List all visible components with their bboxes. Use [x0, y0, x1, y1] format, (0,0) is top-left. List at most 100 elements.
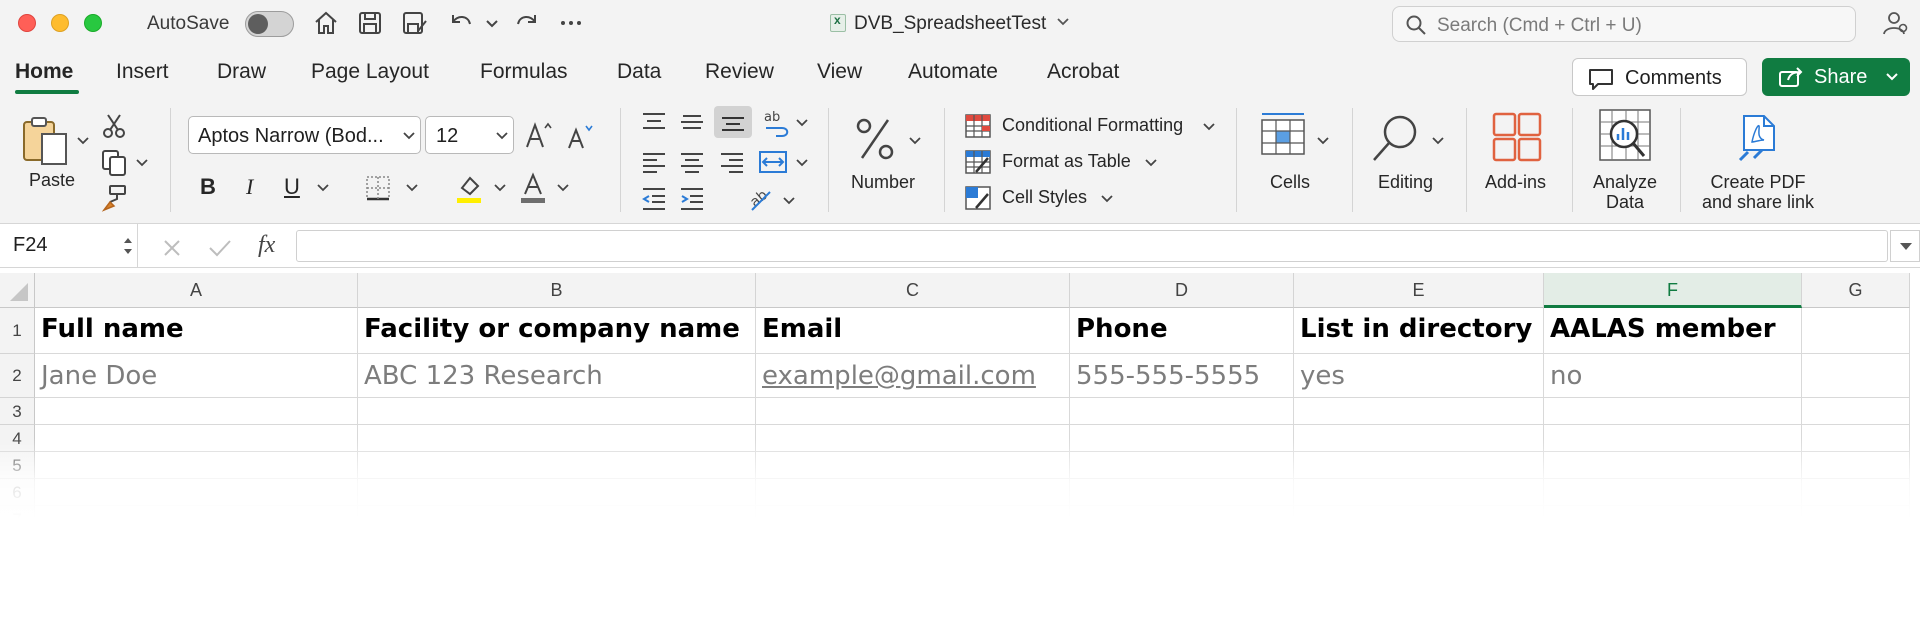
account-settings-icon[interactable]: [1880, 9, 1910, 37]
underline-button[interactable]: U: [284, 174, 300, 200]
cell-d3[interactable]: [1070, 398, 1294, 425]
tab-automate[interactable]: Automate: [908, 60, 998, 84]
align-center-icon[interactable]: [678, 150, 706, 174]
expand-formula-bar-button[interactable]: [1890, 230, 1920, 262]
tab-review[interactable]: Review: [705, 60, 774, 84]
home-icon[interactable]: [311, 9, 341, 37]
column-header-e[interactable]: E: [1294, 273, 1544, 308]
analyze-data-icon[interactable]: [1598, 108, 1652, 164]
italic-button[interactable]: I: [246, 174, 253, 200]
select-all-corner[interactable]: [0, 273, 35, 308]
decrease-indent-icon[interactable]: [640, 186, 668, 212]
column-header-c[interactable]: C: [756, 273, 1070, 308]
cell-b2[interactable]: ABC 123 Research: [358, 354, 756, 398]
tab-home[interactable]: Home: [15, 60, 73, 84]
borders-dropdown-icon[interactable]: [405, 183, 419, 193]
underline-dropdown-icon[interactable]: [316, 183, 330, 193]
cell-e1[interactable]: List in directory: [1294, 308, 1544, 354]
cell-f1[interactable]: AALAS member: [1544, 308, 1802, 354]
fill-color-dropdown-icon[interactable]: [493, 183, 507, 193]
tab-acrobat[interactable]: Acrobat: [1047, 60, 1119, 84]
cells-icon[interactable]: [1258, 110, 1308, 160]
row-header-2[interactable]: 2: [0, 354, 35, 398]
cell-a1[interactable]: Full name: [35, 308, 358, 354]
cell-e2[interactable]: yes: [1294, 354, 1544, 398]
increase-indent-icon[interactable]: [678, 186, 706, 212]
insert-function-button[interactable]: fx: [258, 232, 275, 259]
cell-g3[interactable]: [1802, 398, 1910, 425]
editing-search-icon[interactable]: [1370, 112, 1422, 164]
row-header-1[interactable]: 1: [0, 308, 35, 354]
number-dropdown-icon[interactable]: [908, 136, 922, 146]
editing-dropdown-icon[interactable]: [1431, 136, 1445, 146]
paste-dropdown-icon[interactable]: [76, 136, 90, 146]
decrease-font-size-icon[interactable]: [566, 122, 596, 150]
cell-c1[interactable]: Email: [756, 308, 1070, 354]
align-left-icon[interactable]: [640, 150, 668, 174]
cell-e3[interactable]: [1294, 398, 1544, 425]
copy-dropdown-icon[interactable]: [135, 158, 149, 168]
align-bottom-icon[interactable]: [714, 106, 752, 138]
cell-c3[interactable]: [756, 398, 1070, 425]
orientation-more-dropdown-icon[interactable]: [782, 196, 796, 206]
name-box[interactable]: F24: [0, 224, 138, 268]
copy-icon[interactable]: [100, 148, 128, 178]
tab-view[interactable]: View: [817, 60, 862, 84]
more-commands-icon[interactable]: [556, 9, 586, 37]
conditional-formatting-button[interactable]: Conditional Formatting: [964, 112, 1220, 142]
bold-button[interactable]: B: [200, 174, 216, 200]
close-window-button[interactable]: [18, 14, 36, 32]
tab-page-layout[interactable]: Page Layout: [311, 60, 429, 84]
column-header-a[interactable]: A: [35, 273, 358, 308]
tab-data[interactable]: Data: [617, 60, 661, 84]
orientation-icon[interactable]: ab: [746, 184, 776, 214]
cut-icon[interactable]: [100, 112, 128, 140]
fill-color-icon[interactable]: [454, 172, 484, 204]
cell-b1[interactable]: Facility or company name: [358, 308, 756, 354]
tab-insert[interactable]: Insert: [116, 60, 169, 84]
merge-center-icon[interactable]: [758, 148, 788, 176]
font-name-select[interactable]: Aptos Narrow (Bod...: [188, 116, 421, 154]
addins-icon[interactable]: [1492, 112, 1542, 162]
cell-g1[interactable]: [1802, 308, 1910, 354]
create-pdf-icon[interactable]: [1736, 114, 1780, 164]
formula-input[interactable]: [296, 230, 1888, 262]
cell-f3[interactable]: [1544, 398, 1802, 425]
tab-formulas[interactable]: Formulas: [480, 60, 568, 84]
cell-f2[interactable]: no: [1544, 354, 1802, 398]
align-middle-icon[interactable]: [678, 110, 706, 134]
comments-button[interactable]: Comments: [1572, 58, 1747, 96]
cell-d2[interactable]: 555-555-5555: [1070, 354, 1294, 398]
font-color-icon[interactable]: [518, 172, 548, 204]
save-icon[interactable]: [355, 9, 385, 37]
cell-b3[interactable]: [358, 398, 756, 425]
cell-styles-button[interactable]: Cell Styles: [964, 184, 1120, 214]
align-top-icon[interactable]: [640, 110, 668, 134]
search-box[interactable]: Search (Cmd + Ctrl + U): [1392, 6, 1856, 42]
format-painter-icon[interactable]: [100, 184, 128, 212]
autosave-toggle[interactable]: [245, 11, 294, 37]
share-button[interactable]: Share: [1762, 58, 1910, 96]
cell-a3[interactable]: [35, 398, 358, 425]
row-header-3[interactable]: 3: [0, 398, 35, 425]
merge-dropdown-icon[interactable]: [795, 158, 809, 168]
format-as-table-button[interactable]: Format as Table: [964, 148, 1164, 178]
confirm-formula-icon[interactable]: [208, 238, 232, 258]
worksheet-grid[interactable]: A B C D E F G 1 2 3 4 5 6 7 8 9 Full nam…: [0, 268, 1920, 639]
borders-icon[interactable]: [364, 174, 392, 202]
font-color-dropdown-icon[interactable]: [556, 183, 570, 193]
column-header-d[interactable]: D: [1070, 273, 1294, 308]
increase-font-size-icon[interactable]: [524, 120, 554, 150]
cell-d1[interactable]: Phone: [1070, 308, 1294, 354]
align-right-icon[interactable]: [718, 150, 746, 174]
tab-draw[interactable]: Draw: [217, 60, 266, 84]
cell-c2[interactable]: example@gmail.com: [756, 354, 1070, 398]
cells-dropdown-icon[interactable]: [1316, 136, 1330, 146]
undo-icon[interactable]: [446, 9, 476, 37]
cancel-formula-icon[interactable]: [162, 238, 182, 258]
wrap-text-icon[interactable]: ab: [762, 108, 792, 138]
fullscreen-window-button[interactable]: [84, 14, 102, 32]
document-title[interactable]: DVB_SpreadsheetTest: [830, 13, 1070, 35]
redo-icon[interactable]: [512, 9, 542, 37]
save-as-icon[interactable]: [400, 9, 430, 37]
